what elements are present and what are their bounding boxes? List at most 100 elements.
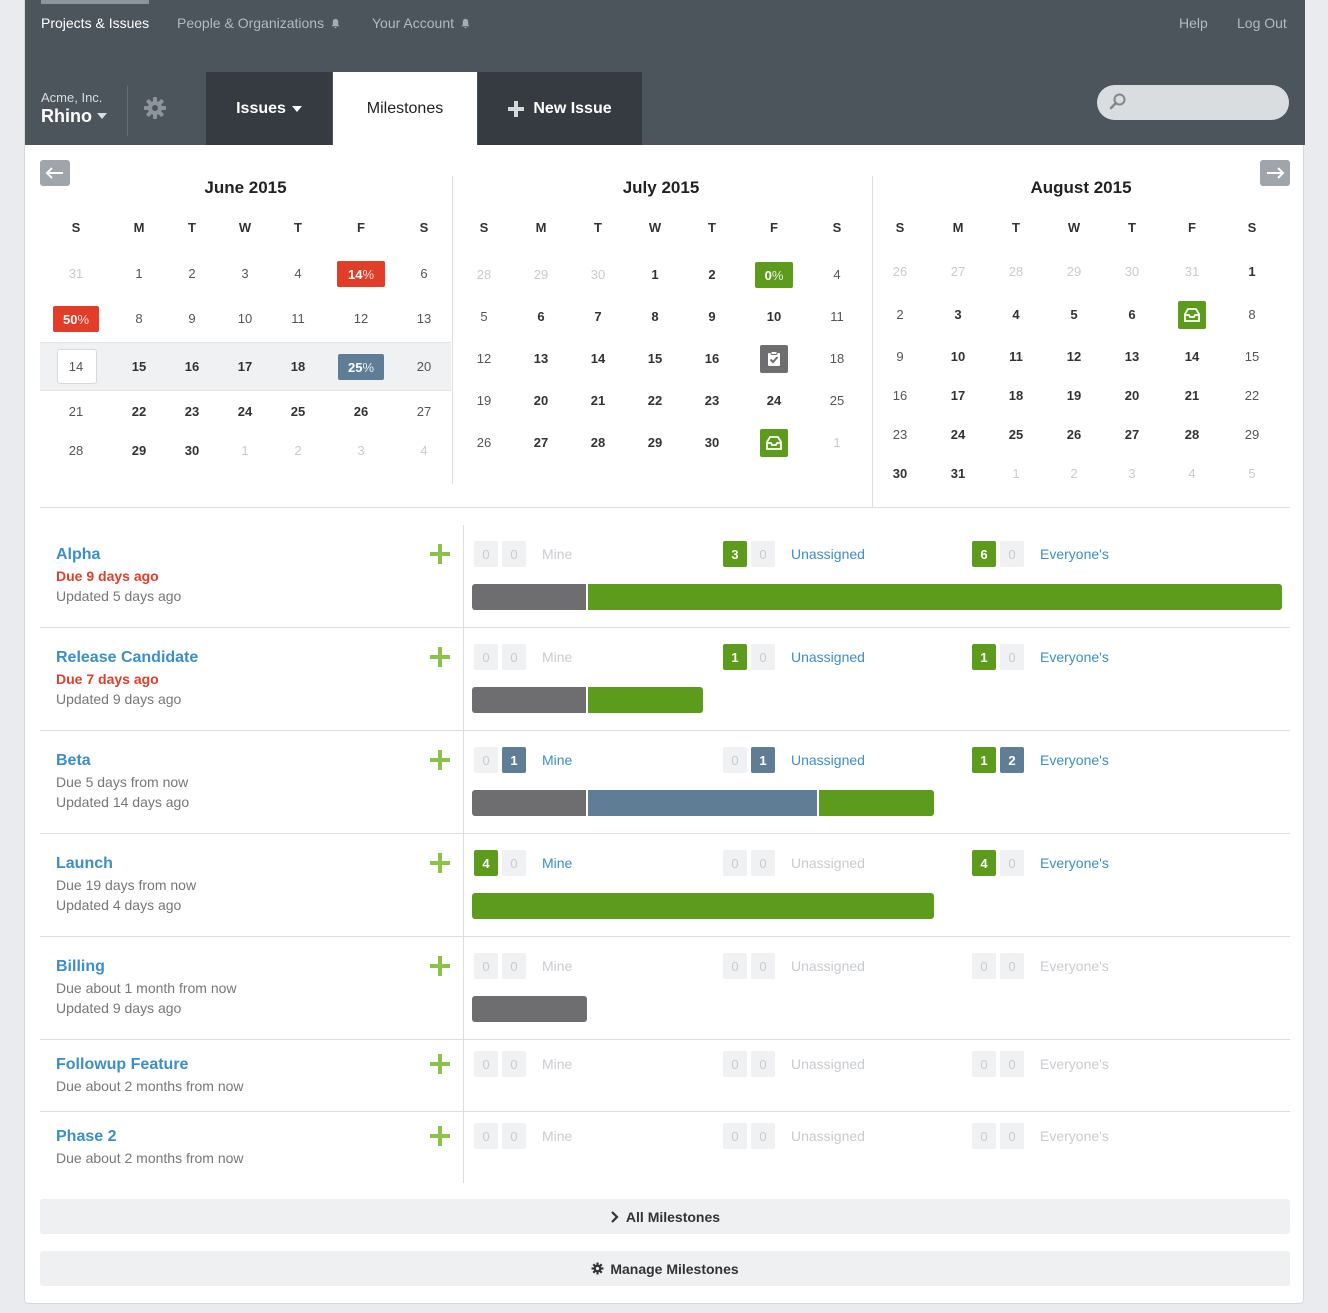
filter-unassigned[interactable]: Unassigned: [791, 546, 865, 562]
filter-mine[interactable]: Mine: [542, 855, 572, 871]
badge-value: 14: [347, 266, 363, 282]
open-count[interactable]: 0: [751, 644, 775, 670]
manage-milestones-button[interactable]: Manage Milestones: [40, 1251, 1290, 1286]
milestone-row: Followup Feature Due about 2 months from …: [40, 1040, 1290, 1112]
open-count[interactable]: 2: [1000, 747, 1024, 773]
milestone-title[interactable]: Beta: [56, 752, 91, 770]
milestone-row: Phase 2 Due about 2 months from now 0 0 Mine…: [40, 1112, 1290, 1184]
open-count[interactable]: 0: [751, 1123, 775, 1149]
closed-count[interactable]: 0: [474, 1051, 498, 1077]
calendar-day: 17: [950, 388, 966, 403]
closed-count[interactable]: 4: [474, 850, 498, 876]
open-count[interactable]: 0: [1000, 1051, 1024, 1077]
open-count[interactable]: 0: [502, 1051, 526, 1077]
add-issue-button[interactable]: [430, 853, 450, 873]
milestone-progress-badge[interactable]: 50%: [53, 306, 99, 332]
open-count[interactable]: 1: [751, 747, 775, 773]
add-issue-button[interactable]: [430, 750, 450, 770]
tab-milestones-label: Milestones: [366, 99, 444, 117]
filter-everyone[interactable]: Everyone's: [1040, 546, 1109, 562]
add-issue-button[interactable]: [430, 1126, 450, 1146]
open-count[interactable]: 0: [502, 644, 526, 670]
filter-unassigned[interactable]: Unassigned: [791, 649, 865, 665]
new-issue-button[interactable]: New Issue: [478, 72, 642, 145]
closed-count[interactable]: 0: [723, 1051, 747, 1077]
project-switcher[interactable]: Rhino: [41, 106, 107, 127]
closed-count[interactable]: 1: [723, 644, 747, 670]
filter-mine[interactable]: Mine: [542, 752, 572, 768]
milestone-marker[interactable]: [1178, 301, 1206, 329]
closed-count[interactable]: 0: [474, 541, 498, 567]
tab-milestones[interactable]: Milestones: [333, 72, 477, 145]
calendar-day: 21: [1184, 388, 1200, 403]
closed-count[interactable]: 0: [723, 1123, 747, 1149]
caret-down-icon: [291, 105, 302, 112]
filter-everyone[interactable]: Everyone's: [1040, 649, 1109, 665]
closed-count[interactable]: 1: [972, 644, 996, 670]
closed-count[interactable]: 0: [474, 1123, 498, 1149]
open-count[interactable]: 0: [502, 953, 526, 979]
closed-count[interactable]: 0: [972, 1123, 996, 1149]
closed-count[interactable]: 0: [723, 953, 747, 979]
closed-count[interactable]: 3: [723, 541, 747, 567]
closed-count[interactable]: 0: [972, 1051, 996, 1077]
open-count[interactable]: 1: [502, 747, 526, 773]
milestone-row: Beta Due 5 days from now Updated 14 days a…: [40, 731, 1290, 834]
add-issue-button[interactable]: [430, 956, 450, 976]
nav-projects-issues[interactable]: Projects & Issues: [41, 15, 149, 31]
weekday-header: F: [357, 220, 365, 235]
weekday-header: F: [770, 220, 778, 235]
closed-count[interactable]: 1: [972, 747, 996, 773]
nav-logout[interactable]: Log Out: [1237, 15, 1287, 31]
open-count[interactable]: 0: [1000, 953, 1024, 979]
calendar-day: 19: [1066, 388, 1082, 403]
nav-your-account[interactable]: Your Account: [372, 15, 471, 31]
milestone-progress-badge[interactable]: 14%: [337, 261, 385, 287]
milestone-progress-badge[interactable]: 25%: [338, 354, 384, 380]
milestone-title[interactable]: Release Candidate: [56, 649, 198, 667]
open-count[interactable]: 0: [751, 953, 775, 979]
milestone-progress-bar: [40, 790, 1290, 816]
add-issue-button[interactable]: [430, 1054, 450, 1074]
add-issue-button[interactable]: [430, 647, 450, 667]
nav-people-orgs[interactable]: People & Organizations: [177, 15, 341, 31]
add-issue-button[interactable]: [430, 544, 450, 564]
open-count[interactable]: 0: [1000, 541, 1024, 567]
milestone-title[interactable]: Phase 2: [56, 1128, 116, 1146]
milestone-title[interactable]: Alpha: [56, 546, 100, 564]
filter-unassigned[interactable]: Unassigned: [791, 752, 865, 768]
closed-count[interactable]: 0: [474, 644, 498, 670]
gear-icon: [591, 1262, 604, 1275]
weekday-header: T: [708, 220, 716, 235]
calendar-day: 22: [647, 393, 663, 408]
closed-count[interactable]: 0: [972, 953, 996, 979]
milestone-title[interactable]: Launch: [56, 855, 113, 873]
open-count[interactable]: 0: [751, 541, 775, 567]
closed-count[interactable]: 0: [474, 747, 498, 773]
open-count[interactable]: 0: [751, 1051, 775, 1077]
closed-count[interactable]: 0: [474, 953, 498, 979]
calendar-day: 20: [533, 393, 549, 408]
milestone-title[interactable]: Followup Feature: [56, 1056, 188, 1074]
open-count[interactable]: 0: [502, 850, 526, 876]
milestone-progress-badge[interactable]: 0%: [755, 262, 793, 288]
closed-count[interactable]: 4: [972, 850, 996, 876]
milestone-marker[interactable]: [760, 429, 788, 457]
open-count[interactable]: 0: [502, 541, 526, 567]
open-count[interactable]: 0: [502, 1123, 526, 1149]
milestone-title[interactable]: Billing: [56, 958, 105, 976]
filter-everyone[interactable]: Everyone's: [1040, 855, 1109, 871]
closed-count[interactable]: 6: [972, 541, 996, 567]
tab-issues[interactable]: Issues: [206, 72, 332, 145]
open-count[interactable]: 0: [751, 850, 775, 876]
closed-count[interactable]: 0: [723, 850, 747, 876]
open-count[interactable]: 0: [1000, 644, 1024, 670]
closed-count[interactable]: 0: [723, 747, 747, 773]
completed-milestone-marker[interactable]: [760, 345, 788, 373]
gear-icon[interactable]: [143, 96, 167, 120]
open-count[interactable]: 0: [1000, 850, 1024, 876]
nav-help[interactable]: Help: [1179, 15, 1208, 31]
all-milestones-button[interactable]: All Milestones: [40, 1199, 1290, 1234]
filter-everyone[interactable]: Everyone's: [1040, 752, 1109, 768]
open-count[interactable]: 0: [1000, 1123, 1024, 1149]
